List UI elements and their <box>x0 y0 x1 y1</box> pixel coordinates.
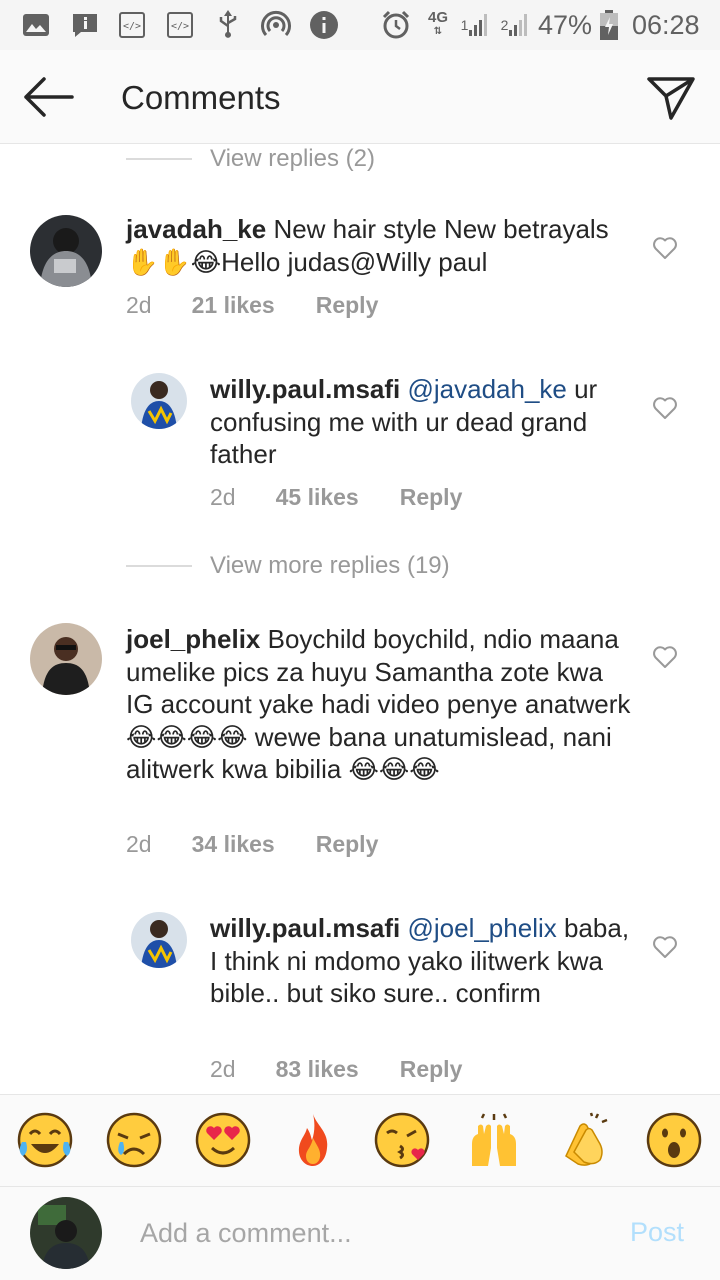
mention-link[interactable]: @javadah_ke <box>407 374 566 404</box>
back-button[interactable] <box>22 76 76 118</box>
view-more-replies-label: View more replies (19) <box>210 552 450 579</box>
comment-username[interactable]: willy.paul.msafi <box>210 374 400 404</box>
svg-text:</>: </> <box>123 21 141 32</box>
share-button[interactable] <box>646 72 696 122</box>
comment-text: willy.paul.msafi @joel_phelix baba, I th… <box>210 912 640 1010</box>
heart-eyes-emoji[interactable] <box>195 1112 251 1168</box>
reply-comment: willy.paul.msafi @javadah_ke ur confusin… <box>0 370 720 520</box>
reply-comment: willy.paul.msafi @joel_phelix baba, I th… <box>0 909 720 1082</box>
svg-text:</>: </> <box>171 21 189 32</box>
comment-meta: 2d 34 likes Reply <box>126 831 378 858</box>
avatar[interactable] <box>30 215 102 287</box>
mention-link[interactable]: @joel_phelix <box>407 913 556 943</box>
kissing-heart-emoji[interactable] <box>374 1112 430 1168</box>
status-bar: </> </> 4G ⇅ 1 2 47% 06:28 <box>0 0 720 50</box>
arrow-left-icon <box>24 77 74 117</box>
comment-text: javadah_ke New hair style New betrayals✋… <box>126 213 636 278</box>
emoji-quick-bar <box>0 1094 720 1186</box>
fire-emoji[interactable] <box>285 1112 341 1168</box>
likes-count[interactable]: 83 likes <box>276 1056 359 1083</box>
paper-plane-icon <box>647 77 695 120</box>
comment-username[interactable]: willy.paul.msafi <box>210 913 400 943</box>
like-button[interactable] <box>652 396 678 420</box>
comment-time: 2d <box>210 484 236 510</box>
view-replies-link[interactable]: View replies (2) <box>126 144 375 174</box>
code-icon: </> <box>166 10 194 40</box>
info-icon <box>309 10 339 40</box>
gallery-icon <box>22 10 50 40</box>
current-user-avatar <box>30 1197 102 1269</box>
heart-icon <box>653 237 677 259</box>
comment-text: willy.paul.msafi @javadah_ke ur confusin… <box>210 373 640 471</box>
comment: joel_phelix Boychild boychild, ndio maan… <box>0 620 720 870</box>
battery-icon <box>598 10 620 40</box>
comment-time: 2d <box>210 1056 236 1082</box>
comment-time: 2d <box>126 831 152 857</box>
clapping-hands-emoji[interactable] <box>556 1112 612 1168</box>
comment-username[interactable]: joel_phelix <box>126 624 260 654</box>
comment-input[interactable] <box>140 1215 600 1251</box>
alarm-icon <box>380 10 412 40</box>
like-button[interactable] <box>652 645 678 669</box>
likes-count[interactable]: 21 likes <box>192 292 275 319</box>
view-replies-label: View replies (2) <box>210 145 375 172</box>
heart-icon <box>653 397 677 419</box>
code-icon: </> <box>118 10 146 40</box>
heart-icon <box>653 646 677 668</box>
clock: 06:28 <box>632 10 700 40</box>
comment-meta: 2d 83 likes Reply <box>210 1056 462 1083</box>
signal-icon: 2 <box>498 10 532 40</box>
tears-of-joy-emoji[interactable] <box>17 1112 73 1168</box>
comment: javadah_ke New hair style New betrayals✋… <box>0 210 720 330</box>
comment-composer: Post <box>0 1186 720 1280</box>
comment-meta: 2d 21 likes Reply <box>126 292 378 319</box>
comment-text: joel_phelix Boychild boychild, ndio maan… <box>126 623 636 786</box>
divider <box>126 158 192 160</box>
raising-hands-emoji[interactable] <box>466 1112 522 1168</box>
battery-percent: 47% <box>538 10 593 40</box>
app-bar: Comments <box>0 50 720 144</box>
hotspot-icon <box>260 10 292 40</box>
like-button[interactable] <box>652 236 678 260</box>
view-more-replies-link[interactable]: View more replies (19) <box>126 551 450 581</box>
reply-button[interactable]: Reply <box>316 831 379 858</box>
open-mouth-emoji[interactable] <box>646 1112 702 1168</box>
info-square-icon <box>70 10 100 40</box>
divider <box>126 565 192 567</box>
avatar[interactable] <box>131 912 187 968</box>
likes-count[interactable]: 45 likes <box>276 484 359 511</box>
comment-meta: 2d 45 likes Reply <box>210 484 462 511</box>
crying-emoji[interactable] <box>106 1112 162 1168</box>
reply-button[interactable]: Reply <box>316 292 379 319</box>
avatar[interactable] <box>131 373 187 429</box>
comment-username[interactable]: javadah_ke <box>126 214 266 244</box>
reply-button[interactable]: Reply <box>400 1056 463 1083</box>
likes-count[interactable]: 34 likes <box>192 831 275 858</box>
post-button[interactable]: Post <box>630 1217 684 1248</box>
page-title: Comments <box>121 79 281 116</box>
reply-button[interactable]: Reply <box>400 484 463 511</box>
like-button[interactable] <box>652 935 678 959</box>
avatar[interactable] <box>30 623 102 695</box>
network-type-label: 4G ⇅ <box>427 9 448 37</box>
heart-icon <box>653 936 677 958</box>
comments-list[interactable]: View replies (2) javadah_ke New hair sty… <box>0 144 720 1094</box>
comment-time: 2d <box>126 292 152 318</box>
signal-icon: 1 <box>458 10 492 40</box>
usb-icon <box>214 10 242 40</box>
